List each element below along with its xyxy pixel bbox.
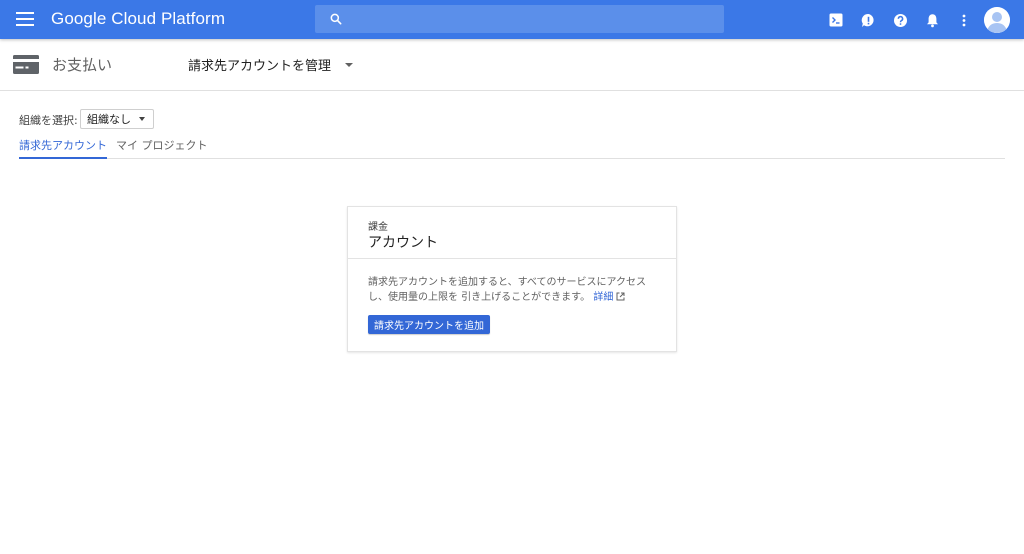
notifications-icon [926, 13, 938, 27]
page-title: お支払い [52, 56, 113, 74]
manage-billing-accounts-label: 請求先アカウントを管理 [188, 59, 332, 74]
manage-billing-accounts-dropdown[interactable]: 請求先アカウントを管理 [188, 55, 354, 74]
top-app-bar: Google Cloud Platform [0, 0, 1024, 39]
help-icon [893, 13, 907, 27]
add-billing-account-button[interactable]: 請求先アカウントを追加 [368, 315, 490, 334]
dropdown-arrow-icon [139, 117, 145, 121]
search-icon [330, 13, 342, 25]
org-select-value: 組織なし [87, 113, 131, 126]
cloud-shell-button[interactable] [820, 7, 852, 33]
search-input[interactable] [315, 5, 724, 33]
account-avatar[interactable] [984, 7, 1010, 33]
org-select-label: 組織を選択: [19, 114, 78, 127]
product-brand[interactable]: Google Cloud Platform [51, 9, 225, 29]
open-in-new-icon[interactable] [616, 292, 625, 301]
tab-bar: 請求先アカウント マイ プロジェクト [19, 137, 1005, 159]
feedback-button[interactable] [852, 7, 884, 33]
more-options-button[interactable] [948, 7, 980, 33]
tab-billing-accounts[interactable]: 請求先アカウント [19, 137, 107, 159]
top-actions [820, 7, 1010, 33]
card-title: アカウント [368, 235, 438, 251]
menu-icon[interactable] [16, 12, 34, 26]
cloud-shell-icon [829, 13, 843, 27]
card-description: 請求先アカウントを追加すると、すべてのサービスにアクセスし、使用量の上限を 引き… [368, 275, 658, 305]
person-icon [984, 7, 1010, 33]
feedback-icon [861, 13, 874, 27]
chevron-down-icon [345, 62, 354, 67]
tab-my-projects[interactable]: マイ プロジェクト [116, 137, 208, 159]
card-overline: 課金 [368, 222, 388, 233]
org-select-dropdown[interactable]: 組織なし [80, 109, 154, 129]
notifications-button[interactable] [916, 7, 948, 33]
billing-account-card: 課金 アカウント 請求先アカウントを追加すると、すべてのサービスにアクセスし、使… [347, 206, 677, 352]
more-vert-icon [962, 14, 966, 26]
page-header: お支払い 請求先アカウントを管理 [0, 39, 1024, 91]
card-header: 課金 アカウント [348, 207, 676, 259]
help-button[interactable] [884, 7, 916, 33]
learn-more-link[interactable]: 詳細 [593, 292, 613, 303]
billing-card-icon [13, 55, 39, 74]
